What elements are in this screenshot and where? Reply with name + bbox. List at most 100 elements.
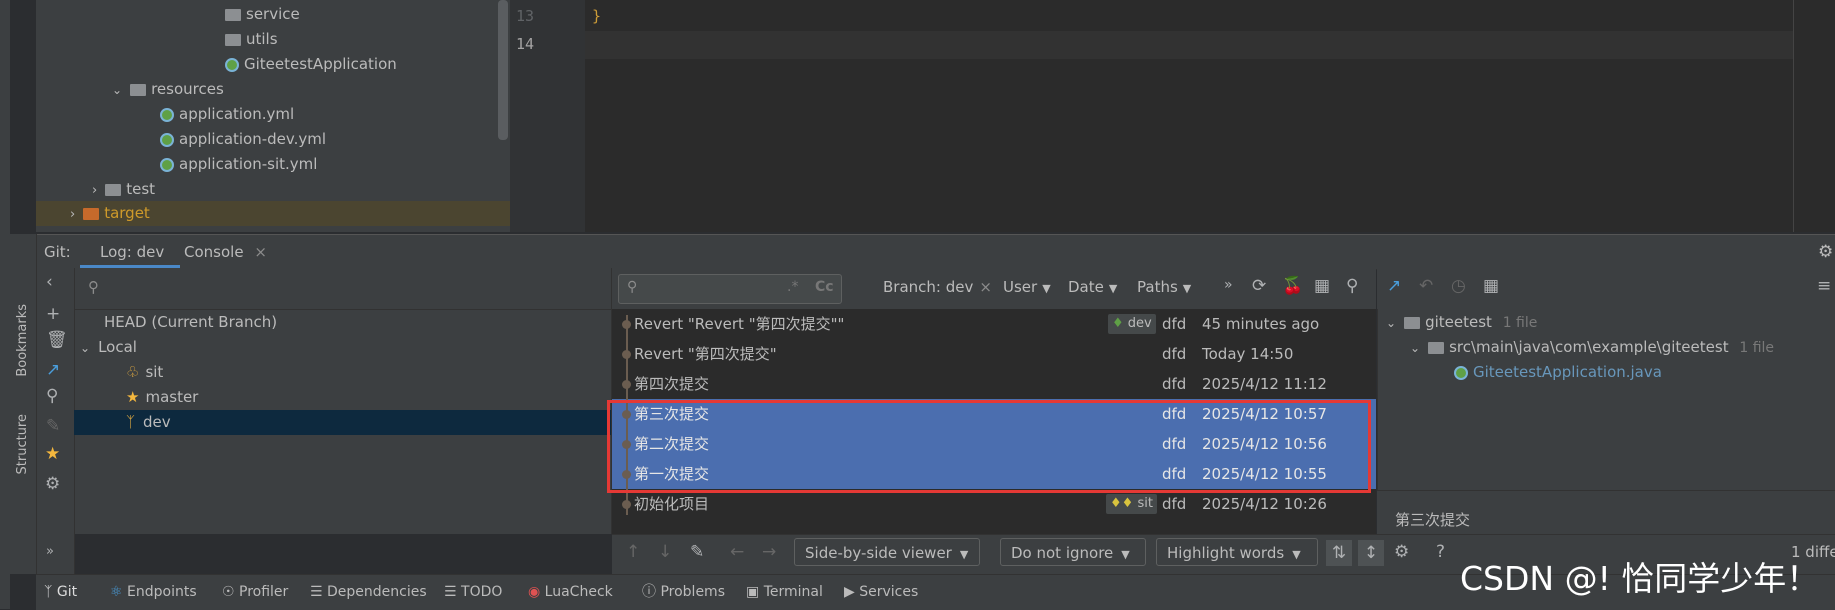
- branch-head[interactable]: HEAD (Current Branch): [104, 310, 277, 335]
- help-icon[interactable]: ?: [1436, 542, 1445, 562]
- graph-options-icon[interactable]: ▦: [1314, 276, 1330, 296]
- more-icon[interactable]: »: [46, 544, 54, 559]
- group-by-icon[interactable]: ▦: [1483, 276, 1499, 296]
- viewer-dropdown[interactable]: Side-by-side viewer ▼: [794, 538, 980, 566]
- user-filter[interactable]: User ▼: [1003, 278, 1051, 296]
- arrow-left-icon[interactable]: ←: [730, 542, 744, 562]
- chevron-right-icon[interactable]: ›: [70, 207, 75, 222]
- chevron-down-icon[interactable]: ⌄: [1410, 341, 1420, 355]
- arrow-right-icon[interactable]: →: [762, 542, 776, 562]
- fetch-icon[interactable]: ↗: [46, 360, 60, 380]
- tool-tab-dependencies[interactable]: ☰ Dependencies: [310, 575, 427, 610]
- undo-icon[interactable]: ↶: [1419, 276, 1433, 296]
- tree-item-service[interactable]: service: [225, 2, 300, 27]
- search-icon: ⚲: [88, 278, 99, 296]
- chevron-down-icon[interactable]: ⌄: [112, 83, 122, 97]
- star-icon[interactable]: ★: [45, 444, 60, 464]
- code-line-13[interactable]: }: [592, 7, 601, 25]
- tool-tab-todo[interactable]: ☰ TODO: [444, 575, 502, 610]
- search-icon[interactable]: ⚲: [46, 386, 58, 406]
- project-scrollbar[interactable]: [498, 0, 508, 140]
- chevron-right-icon[interactable]: ›: [92, 183, 97, 198]
- spring-yml-icon: [160, 132, 174, 147]
- branch-search[interactable]: ⚲: [74, 268, 611, 310]
- arrow-up-icon[interactable]: ↑: [626, 542, 640, 562]
- tab-console[interactable]: Console ×: [184, 235, 267, 269]
- folder-icon: [105, 183, 122, 196]
- git-tool-window-header: Git: Log: dev Console × ⚙: [36, 234, 1835, 270]
- tool-tab-luacheck[interactable]: ◉ LuaCheck: [528, 575, 613, 610]
- close-icon[interactable]: ×: [254, 243, 267, 261]
- branch-filter[interactable]: Branch: dev ×: [883, 278, 992, 296]
- close-icon[interactable]: ×: [979, 278, 992, 296]
- tool-tab-problems[interactable]: ⓘ Problems: [642, 575, 725, 610]
- tab-log-dev[interactable]: Log: dev: [92, 235, 172, 269]
- tool-tab-endpoints[interactable]: ⚛ Endpoints: [110, 575, 197, 610]
- commit-row[interactable]: Revert "Revert "第四次提交"" ♦ dev dfd 45 min…: [612, 309, 1376, 339]
- dependencies-icon: ☰: [310, 584, 323, 600]
- commit-row[interactable]: 第四次提交 dfd 2025/4/12 11:12: [612, 369, 1376, 399]
- tree-item-giteetest-application[interactable]: GiteetestApplication: [225, 52, 397, 77]
- gear-icon[interactable]: ⚙: [1818, 235, 1833, 269]
- tag-icon: ♦: [1112, 316, 1124, 331]
- tree-item-utils[interactable]: utils: [225, 27, 278, 52]
- sync-scroll-icon[interactable]: ↕: [1358, 540, 1384, 566]
- tree-item-application-sit-yml[interactable]: application-sit.yml: [160, 152, 317, 177]
- tree-item-target[interactable]: › target: [70, 201, 150, 226]
- paths-filter[interactable]: Paths ▼: [1137, 278, 1191, 296]
- date-filter[interactable]: Date ▼: [1068, 278, 1117, 296]
- package-icon: [225, 8, 241, 21]
- endpoints-icon: ⚛: [110, 584, 123, 600]
- cherry-pick-icon[interactable]: 🍒: [1282, 276, 1303, 296]
- tool-tab-services[interactable]: ▶ Services: [844, 575, 918, 610]
- arrow-down-icon[interactable]: ↓: [658, 542, 672, 562]
- log-search-input[interactable]: ⚲ Cc .*: [618, 274, 842, 304]
- changes-path[interactable]: ⌄ src\main\java\com\example\giteetest 1 f…: [1410, 335, 1774, 360]
- left-edge-strip: [0, 0, 10, 609]
- history-icon[interactable]: ◷: [1451, 276, 1466, 296]
- commit-row[interactable]: 初始化项目 ♦♦ sit dfd 2025/4/12 10:26: [612, 489, 1376, 519]
- trash-icon[interactable]: 🗑: [46, 330, 68, 350]
- more-icon[interactable]: »: [1224, 277, 1233, 293]
- branch-sit[interactable]: ♧ sit: [126, 360, 163, 385]
- chevron-left-icon[interactable]: ‹: [46, 272, 53, 292]
- plus-icon[interactable]: +: [46, 304, 60, 324]
- menu-icon[interactable]: ≡: [1817, 276, 1831, 296]
- chevron-down-icon: ▼: [1121, 548, 1130, 561]
- tree-item-application-yml[interactable]: application.yml: [160, 102, 294, 127]
- chevron-down-icon[interactable]: ⌄: [80, 341, 90, 355]
- editor-right-gutter: [1793, 0, 1835, 232]
- refresh-icon[interactable]: ⟳: [1252, 276, 1266, 296]
- chevron-down-icon: ▼: [1108, 282, 1118, 295]
- settings-wheel-icon[interactable]: ⚙: [45, 474, 60, 494]
- tool-tab-terminal[interactable]: ▣ Terminal: [746, 575, 823, 610]
- branch-master[interactable]: ★ master: [126, 385, 198, 410]
- changes-root[interactable]: ⌄ giteetest 1 file: [1386, 310, 1537, 335]
- gear-icon[interactable]: ⚙: [1394, 542, 1409, 562]
- edit-icon[interactable]: ✎: [690, 542, 704, 562]
- branch-dev[interactable]: ᛉ dev: [126, 410, 171, 435]
- changed-file[interactable]: GiteetestApplication.java: [1454, 360, 1662, 385]
- search-icon[interactable]: ⚲: [1346, 276, 1358, 296]
- tool-tab-profiler[interactable]: ☉ Profiler: [222, 575, 288, 610]
- tool-tab-git[interactable]: ᛉ Git: [44, 575, 77, 610]
- structure-tab[interactable]: Structure: [15, 414, 30, 474]
- regex-toggle[interactable]: .*: [787, 279, 798, 295]
- bookmarks-tab[interactable]: Bookmarks: [15, 304, 30, 377]
- branch-group-local[interactable]: ⌄ Local: [80, 335, 137, 360]
- chevron-down-icon[interactable]: ⌄: [1386, 316, 1396, 330]
- details-toolbar: ↗ ↶ ◷ ▦ ≡: [1377, 268, 1835, 310]
- highlight-dropdown[interactable]: Highlight words ▼: [1156, 538, 1318, 566]
- tree-item-resources[interactable]: ⌄ resources: [112, 77, 224, 102]
- ignore-dropdown[interactable]: Do not ignore ▼: [1000, 538, 1146, 566]
- tree-item-test[interactable]: › test: [92, 177, 155, 202]
- case-toggle[interactable]: Cc: [815, 279, 834, 295]
- tree-item-application-dev-yml[interactable]: application-dev.yml: [160, 127, 326, 152]
- chevron-down-icon: ▼: [1182, 282, 1192, 295]
- compare-icon[interactable]: ↗: [1387, 276, 1401, 296]
- module-icon: [1404, 316, 1421, 329]
- commit-row[interactable]: Revert "第四次提交" dfd Today 14:50: [612, 339, 1376, 369]
- collapse-unchanged-icon[interactable]: ⇅: [1326, 540, 1352, 566]
- spring-yml-icon: [160, 157, 174, 172]
- edit-icon[interactable]: ✎: [46, 416, 60, 436]
